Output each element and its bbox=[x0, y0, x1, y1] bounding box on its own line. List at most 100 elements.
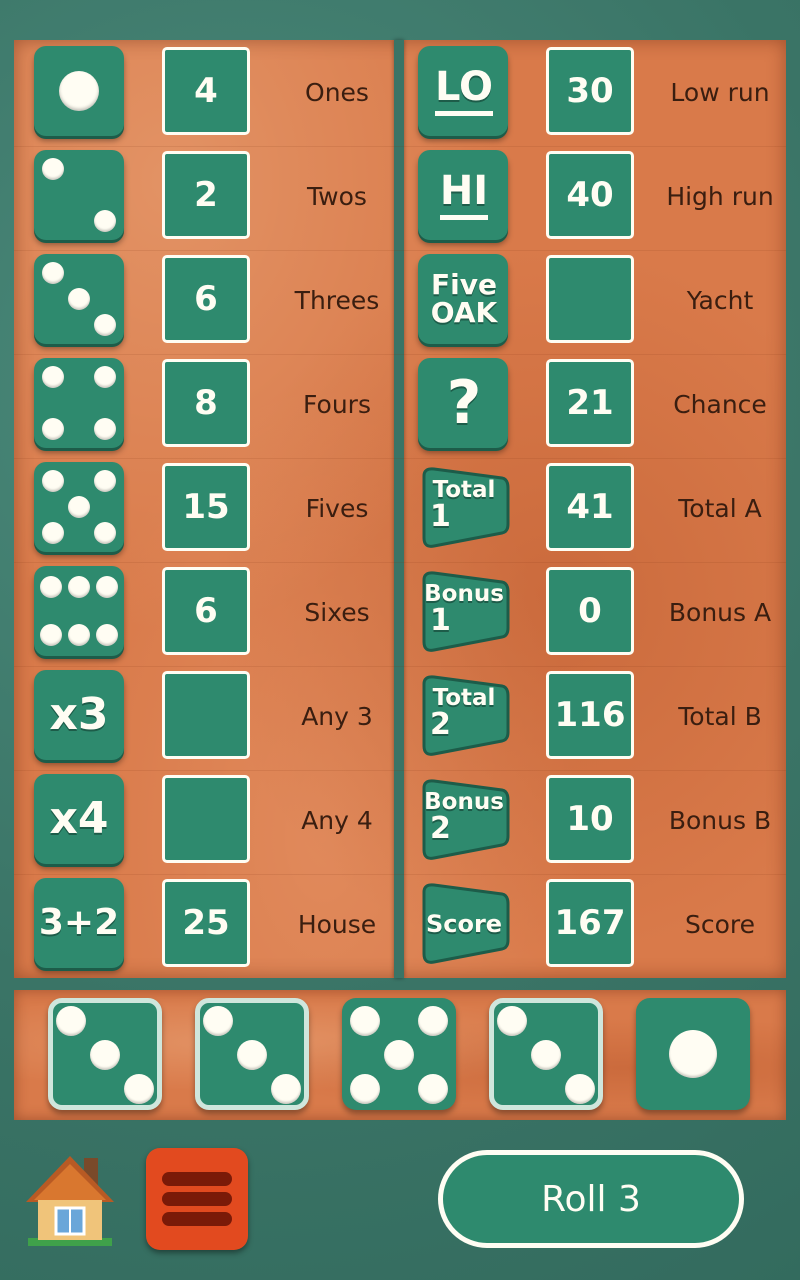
row-separator bbox=[14, 354, 786, 355]
category-label: Score bbox=[684, 910, 756, 939]
pip bbox=[418, 1006, 448, 1036]
score-box[interactable]: 40 bbox=[546, 151, 634, 239]
category-icon-text: 2 bbox=[430, 810, 451, 846]
pip bbox=[94, 418, 116, 440]
pip bbox=[94, 366, 116, 388]
category-icon: x3 bbox=[34, 670, 124, 760]
pip bbox=[94, 470, 116, 492]
menu-icon bbox=[162, 1172, 232, 1186]
pip bbox=[40, 576, 62, 598]
pip bbox=[96, 576, 118, 598]
row-separator bbox=[14, 562, 786, 563]
die-six-icon bbox=[34, 566, 124, 656]
score-box[interactable]: 10 bbox=[546, 775, 634, 863]
score-box[interactable]: 41 bbox=[546, 463, 634, 551]
category-label: Total B bbox=[678, 702, 762, 731]
category-icon-text: 1 bbox=[430, 498, 451, 534]
menu-icon-bar bbox=[162, 1212, 232, 1226]
menu-icon-bar bbox=[162, 1192, 232, 1206]
pip bbox=[384, 1040, 414, 1070]
category-icon-text: 2 bbox=[430, 706, 451, 742]
score-box[interactable]: 6 bbox=[162, 567, 250, 655]
score-box[interactable] bbox=[162, 775, 250, 863]
score-box[interactable]: 4 bbox=[162, 47, 250, 135]
category-icon: 3+2 bbox=[34, 878, 124, 968]
category-icon: LO bbox=[418, 46, 508, 136]
category-icon: Total 2 bbox=[418, 674, 510, 758]
score-box[interactable]: 8 bbox=[162, 359, 250, 447]
pip bbox=[350, 1074, 380, 1104]
category-label: Total A bbox=[678, 494, 762, 523]
pip bbox=[418, 1074, 448, 1104]
menu-button[interactable] bbox=[146, 1148, 248, 1250]
row-separator bbox=[14, 874, 786, 875]
row-separator bbox=[14, 666, 786, 667]
category-label: Ones bbox=[305, 78, 369, 107]
pip bbox=[68, 576, 90, 598]
category-label: Any 4 bbox=[301, 806, 373, 835]
row-separator bbox=[14, 250, 786, 251]
category-icon-text: LO bbox=[434, 67, 494, 116]
score-box[interactable]: 167 bbox=[546, 879, 634, 967]
score-box[interactable]: 2 bbox=[162, 151, 250, 239]
category-label: Fours bbox=[303, 390, 371, 419]
category-label: Bonus B bbox=[668, 806, 772, 835]
category-label: Twos bbox=[307, 182, 367, 211]
category-label: Threes bbox=[294, 286, 380, 315]
roll-button[interactable]: Roll 3 bbox=[438, 1150, 744, 1248]
score-box[interactable]: 6 bbox=[162, 255, 250, 343]
die-2[interactable] bbox=[195, 998, 309, 1110]
category-icon: Bonus 2 bbox=[418, 778, 510, 862]
pip bbox=[56, 1006, 86, 1036]
score-box[interactable]: 25 bbox=[162, 879, 250, 967]
die-4[interactable] bbox=[489, 998, 603, 1110]
category-label: Chance bbox=[673, 390, 767, 419]
category-icon-text: x3 bbox=[49, 689, 109, 740]
category-label: Fives bbox=[305, 494, 369, 523]
pip bbox=[124, 1074, 154, 1104]
score-box[interactable]: 15 bbox=[162, 463, 250, 551]
pip bbox=[68, 624, 90, 646]
category-label: House bbox=[297, 910, 377, 939]
category-icon: Bonus 1 bbox=[418, 570, 510, 654]
category-icon-text: OAK bbox=[430, 296, 498, 329]
die-1[interactable] bbox=[48, 998, 162, 1110]
pip bbox=[531, 1040, 561, 1070]
category-icon-text: ? bbox=[446, 368, 482, 438]
pip bbox=[271, 1074, 301, 1104]
category-icon-text: Five bbox=[431, 268, 497, 301]
category-icon-text: 1 bbox=[430, 602, 451, 638]
die-3[interactable] bbox=[342, 998, 456, 1110]
row-separator bbox=[14, 146, 786, 147]
score-box[interactable] bbox=[162, 671, 250, 759]
pip bbox=[237, 1040, 267, 1070]
pip bbox=[40, 624, 62, 646]
pip bbox=[59, 71, 99, 111]
pip bbox=[42, 158, 64, 180]
category-label: Low run bbox=[670, 78, 770, 107]
score-box[interactable]: 21 bbox=[546, 359, 634, 447]
pip bbox=[565, 1074, 595, 1104]
pip bbox=[42, 418, 64, 440]
category-icon-text: Score bbox=[425, 910, 503, 938]
pip bbox=[42, 470, 64, 492]
category-label: Any 3 bbox=[301, 702, 373, 731]
score-box[interactable]: 30 bbox=[546, 47, 634, 135]
die-two-icon bbox=[34, 150, 124, 240]
pip bbox=[203, 1006, 233, 1036]
category-label: Sixes bbox=[304, 598, 370, 627]
pip bbox=[42, 366, 64, 388]
score-box[interactable]: 0 bbox=[546, 567, 634, 655]
home-button[interactable] bbox=[24, 1150, 116, 1250]
roll-button-label: Roll 3 bbox=[541, 1178, 641, 1220]
category-icon-text: 3+2 bbox=[38, 902, 120, 943]
category-label: Bonus A bbox=[668, 598, 772, 627]
house-icon bbox=[26, 1156, 114, 1246]
score-box[interactable]: 116 bbox=[546, 671, 634, 759]
die-5[interactable] bbox=[636, 998, 750, 1110]
pip bbox=[94, 522, 116, 544]
category-label: High run bbox=[666, 182, 774, 211]
pip bbox=[669, 1030, 717, 1078]
pip bbox=[68, 288, 90, 310]
score-box[interactable] bbox=[546, 255, 634, 343]
